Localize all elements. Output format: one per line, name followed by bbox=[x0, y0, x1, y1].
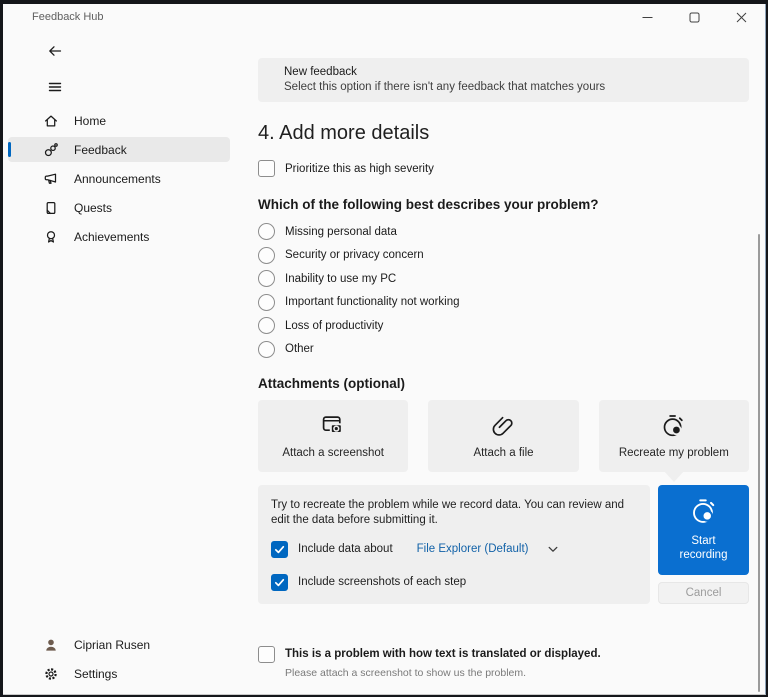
radio-option-loss-of-productivity[interactable]: Loss of productivity bbox=[258, 317, 749, 334]
sidebar-item-label: Achievements bbox=[74, 229, 150, 244]
sidebar-item-account[interactable]: Ciprian Rusen bbox=[8, 632, 230, 657]
radio-option-inability-use-pc[interactable]: Inability to use my PC bbox=[258, 270, 749, 287]
cancel-button[interactable]: Cancel bbox=[658, 581, 749, 604]
app-window: Feedback Hub Home Feedback Announcements… bbox=[3, 4, 766, 695]
banner-title: New feedback bbox=[284, 66, 357, 78]
title-bar: Feedback Hub bbox=[3, 4, 765, 30]
paperclip-icon bbox=[490, 413, 517, 442]
sidebar-item-home[interactable]: Home bbox=[8, 108, 230, 133]
sidebar-item-feedback[interactable]: Feedback bbox=[8, 137, 230, 162]
stopwatch-record-icon bbox=[689, 497, 719, 530]
radio-option-other[interactable]: Other bbox=[258, 340, 749, 358]
include-screenshots-label: Include screenshots of each step bbox=[298, 575, 467, 588]
radio-icon[interactable] bbox=[258, 317, 275, 334]
maximize-button[interactable] bbox=[671, 4, 718, 30]
translation-checkbox[interactable] bbox=[258, 645, 275, 663]
radio-label: Important functionality not working bbox=[285, 296, 460, 308]
sidebar-item-label: Settings bbox=[74, 666, 118, 681]
include-data-row[interactable]: Include data about File Explorer (Defaul… bbox=[271, 540, 634, 558]
close-button[interactable] bbox=[718, 4, 765, 30]
stopwatch-icon bbox=[660, 413, 687, 442]
radio-label: Loss of productivity bbox=[285, 319, 384, 332]
severity-checkbox[interactable] bbox=[258, 160, 275, 177]
radio-option-missing-personal-data[interactable]: Missing personal data bbox=[258, 223, 749, 240]
radio-icon[interactable] bbox=[258, 246, 275, 264]
avatar bbox=[43, 637, 59, 653]
callout-pointer bbox=[663, 469, 685, 482]
sidebar-item-label: Quests bbox=[74, 200, 113, 215]
problem-question-heading: Which of the following best describes yo… bbox=[258, 197, 599, 212]
window-controls bbox=[624, 4, 765, 30]
scrollbar-thumb[interactable] bbox=[758, 234, 760, 692]
screenshot-icon bbox=[320, 413, 347, 442]
radio-label: Inability to use my PC bbox=[285, 272, 397, 285]
main-content: New feedback Select this option if there… bbox=[235, 30, 765, 694]
quests-icon bbox=[43, 200, 59, 216]
sidebar: Home Feedback Announcements Quests Achie… bbox=[3, 30, 235, 694]
translation-label: This is a problem with how text is trans… bbox=[285, 647, 601, 660]
megaphone-icon bbox=[43, 171, 59, 187]
new-feedback-banner[interactable]: New feedback Select this option if there… bbox=[258, 58, 749, 102]
recording-buttons: Start recording Cancel bbox=[658, 484, 749, 604]
include-data-label: Include data about bbox=[298, 542, 393, 555]
include-screenshots-row[interactable]: Include screenshots of each step bbox=[271, 573, 634, 591]
severity-checkbox-row[interactable]: Prioritize this as high severity bbox=[258, 160, 749, 177]
attach-file-button[interactable]: Attach a file bbox=[428, 399, 579, 472]
radio-option-functionality-not-working[interactable]: Important functionality not working bbox=[258, 293, 749, 311]
hamburger-menu-icon[interactable] bbox=[39, 74, 71, 100]
card-label: Recreate my problem bbox=[618, 446, 729, 459]
sidebar-item-label: Announcements bbox=[74, 171, 161, 186]
sidebar-item-label: Feedback bbox=[74, 142, 127, 157]
severity-label: Prioritize this as high severity bbox=[285, 162, 434, 175]
page-title: 4. Add more details bbox=[258, 122, 430, 144]
gear-icon bbox=[43, 666, 59, 682]
back-button[interactable] bbox=[39, 38, 71, 64]
card-label: Attach a screenshot bbox=[282, 446, 384, 459]
radio-icon[interactable] bbox=[258, 340, 275, 358]
chevron-down-icon[interactable] bbox=[548, 546, 558, 553]
include-screenshots-checkbox[interactable] bbox=[271, 573, 288, 591]
start-recording-label: Start recording bbox=[679, 535, 728, 561]
radio-label: Other bbox=[285, 343, 314, 355]
recording-panel: Try to recreate the problem while we rec… bbox=[258, 484, 650, 604]
radio-icon[interactable] bbox=[258, 293, 275, 311]
window-title: Feedback Hub bbox=[32, 11, 104, 23]
sidebar-item-achievements[interactable]: Achievements bbox=[8, 224, 230, 249]
radio-icon[interactable] bbox=[258, 270, 275, 287]
recording-description: Try to recreate the problem while we rec… bbox=[271, 498, 625, 526]
recreate-problem-button[interactable]: Recreate my problem bbox=[598, 399, 749, 472]
sidebar-item-label: Ciprian Rusen bbox=[74, 637, 151, 652]
radio-icon[interactable] bbox=[258, 223, 275, 240]
radio-option-security-privacy[interactable]: Security or privacy concern bbox=[258, 246, 749, 264]
minimize-button[interactable] bbox=[624, 4, 671, 30]
banner-subtitle: Select this option if there isn't any fe… bbox=[284, 81, 606, 93]
radio-label: Missing personal data bbox=[285, 225, 397, 238]
attach-screenshot-button[interactable]: Attach a screenshot bbox=[258, 399, 409, 472]
feedback-icon bbox=[43, 142, 59, 158]
medal-icon bbox=[43, 229, 59, 245]
recording-section: Try to recreate the problem while we rec… bbox=[258, 484, 749, 604]
translation-hint: Please attach a screenshot to show us th… bbox=[285, 666, 527, 679]
problem-options-list: Missing personal data Security or privac… bbox=[258, 223, 749, 358]
card-label: Attach a file bbox=[473, 446, 534, 459]
attachments-heading: Attachments (optional) bbox=[258, 375, 405, 391]
sidebar-item-settings[interactable]: Settings bbox=[8, 661, 230, 686]
radio-label: Security or privacy concern bbox=[285, 249, 424, 261]
translation-checkbox-row[interactable]: This is a problem with how text is trans… bbox=[258, 645, 749, 663]
attachment-cards: Attach a screenshot Attach a file Recrea… bbox=[258, 399, 749, 472]
start-recording-button[interactable]: Start recording bbox=[658, 484, 749, 575]
sidebar-item-quests[interactable]: Quests bbox=[8, 195, 230, 220]
include-data-checkbox[interactable] bbox=[271, 540, 288, 558]
callout-pointer-row bbox=[258, 469, 749, 485]
sidebar-item-label: Home bbox=[74, 113, 107, 128]
home-icon bbox=[43, 113, 59, 129]
app-selector-dropdown[interactable]: File Explorer (Default) bbox=[417, 542, 529, 557]
cancel-label: Cancel bbox=[685, 586, 722, 599]
sidebar-item-announcements[interactable]: Announcements bbox=[8, 166, 230, 191]
